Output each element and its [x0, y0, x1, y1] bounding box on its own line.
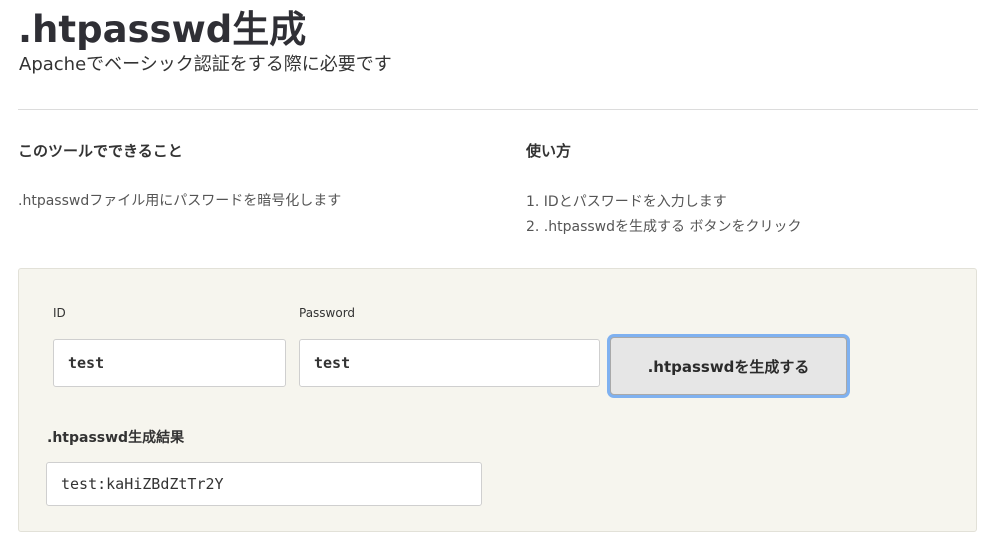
header-divider — [18, 109, 978, 110]
password-input[interactable] — [299, 339, 600, 387]
result-output-field[interactable] — [46, 462, 482, 506]
usage-steps: 1. IDとパスワードを入力します 2. .htpasswdを生成する ボタンを… — [526, 190, 801, 240]
generate-htpasswd-button[interactable]: .htpasswdを生成する — [610, 337, 847, 395]
usage-heading: 使い方 — [526, 142, 572, 160]
usage-step-2: 2. .htpasswdを生成する ボタンをクリック — [526, 219, 802, 235]
page-title: .htpasswd生成 — [18, 8, 307, 51]
about-description: .htpasswdファイル用にパスワードを暗号化します — [18, 193, 342, 209]
result-label: .htpasswd生成結果 — [47, 430, 185, 446]
usage-step-1: 1. IDとパスワードを入力します — [526, 194, 727, 210]
id-input[interactable] — [53, 339, 286, 387]
page-subtitle: Apacheでベーシック認証をする際に必要です — [19, 54, 392, 75]
password-label: Password — [299, 306, 356, 320]
about-heading: このツールでできること — [18, 142, 183, 160]
id-label: ID — [53, 306, 66, 320]
